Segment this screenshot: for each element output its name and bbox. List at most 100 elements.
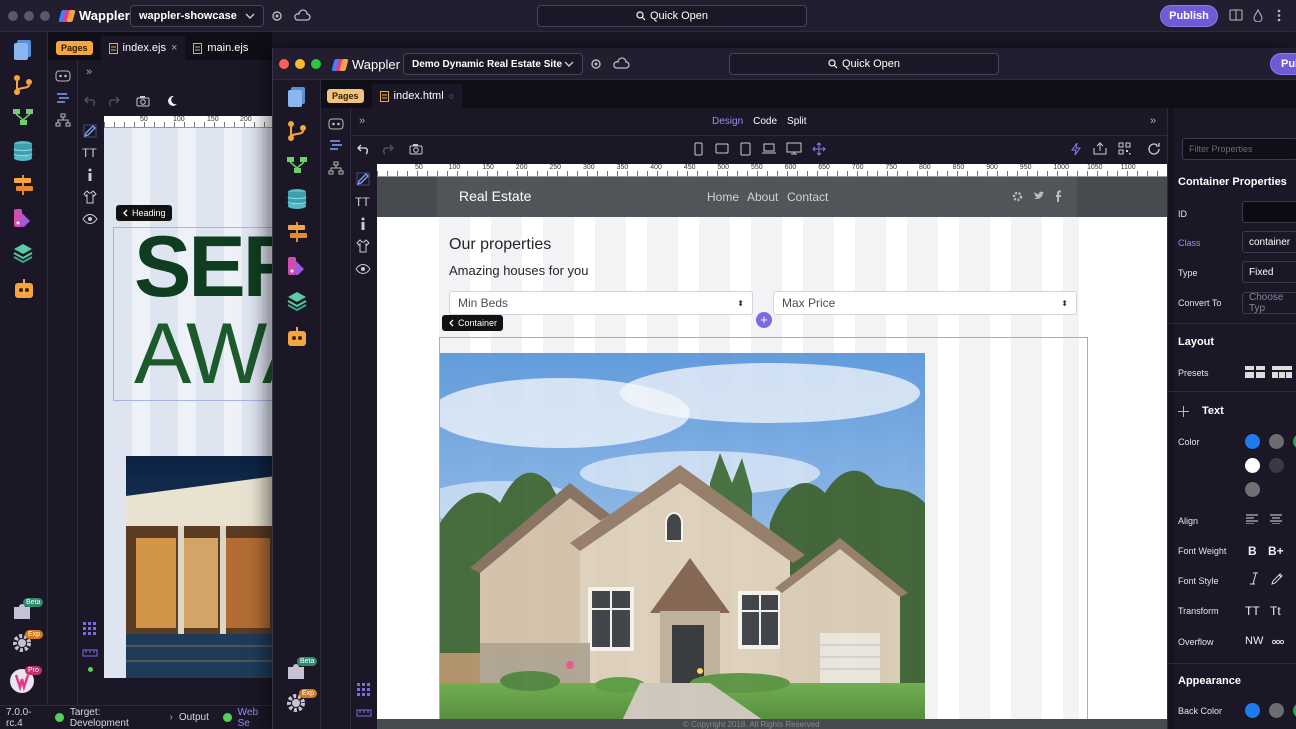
layers-icon[interactable] — [12, 242, 34, 267]
structure-icon[interactable] — [56, 92, 70, 107]
align-left-icon[interactable] — [1246, 514, 1258, 527]
font-weight-bold[interactable]: B — [1248, 544, 1257, 558]
dark-mode-moon-icon[interactable] — [166, 95, 178, 110]
layout-section-title[interactable]: Layout — [1178, 336, 1214, 348]
color-swatch-white[interactable] — [1245, 458, 1260, 473]
class-input[interactable]: container — [1242, 231, 1296, 253]
transform-uppercase[interactable]: TT — [1245, 604, 1260, 618]
tablet-portrait-icon[interactable] — [740, 142, 751, 159]
database-icon[interactable] — [12, 140, 34, 165]
properties-subheading[interactable]: Amazing houses for you — [449, 263, 588, 278]
routes-signpost-icon[interactable] — [286, 221, 308, 246]
type-select[interactable]: Fixed — [1242, 261, 1296, 283]
properties-heading[interactable]: Our properties — [449, 236, 551, 254]
more-menu-icon[interactable] — [1277, 9, 1281, 22]
view-mode-code[interactable]: Code — [753, 116, 777, 127]
sitemap-icon[interactable] — [55, 113, 71, 130]
tab-main-ejs[interactable]: main.ejs — [185, 36, 256, 60]
expand-toolbar-icon[interactable]: » — [86, 66, 92, 78]
eye-icon[interactable] — [82, 214, 98, 227]
redo-icon[interactable] — [106, 95, 120, 110]
minimize-window-button[interactable] — [295, 59, 305, 69]
design-canvas[interactable]: Real Estate Home About Contact Our prope… — [377, 177, 1167, 729]
pages-tab[interactable]: Pages — [48, 36, 101, 60]
expand-toolbar-icon[interactable]: » — [359, 115, 365, 127]
transform-capitalize[interactable]: Tt — [1270, 604, 1281, 618]
pen-style-icon[interactable] — [1271, 572, 1284, 588]
grid-apps-icon[interactable] — [83, 622, 96, 638]
git-branch-icon[interactable] — [12, 74, 34, 99]
refresh-icon[interactable] — [1147, 142, 1161, 159]
laptop-icon[interactable] — [761, 143, 777, 157]
site-nav-about[interactable]: About — [747, 190, 778, 204]
tab-index-ejs[interactable]: index.ejs × — [100, 36, 186, 60]
shirt-style-icon[interactable] — [356, 239, 370, 256]
files-icon[interactable] — [11, 38, 35, 63]
sitemap-icon[interactable] — [328, 161, 344, 178]
back-design-canvas[interactable]: Heading SER AWA — [104, 128, 272, 678]
color-swatch-dark[interactable] — [1269, 458, 1284, 473]
gear-icon[interactable] — [270, 9, 284, 23]
quick-open-button[interactable]: Quick Open — [537, 5, 807, 27]
undo-icon[interactable] — [357, 143, 371, 158]
close-window-button[interactable] — [279, 59, 289, 69]
edit-pencil-icon[interactable] — [356, 172, 370, 189]
zoom-window-button[interactable] — [40, 11, 50, 21]
layers-icon[interactable] — [286, 290, 308, 315]
site-navbar[interactable]: Real Estate Home About Contact — [377, 177, 1167, 217]
info-icon[interactable] — [86, 168, 94, 185]
ai-assistant-robot-icon[interactable] — [285, 326, 309, 351]
close-window-button[interactable] — [8, 11, 18, 21]
cloud-icon[interactable] — [293, 9, 311, 23]
eye-icon[interactable] — [355, 264, 371, 277]
preset-two-column-icon[interactable] — [1245, 366, 1265, 381]
desktop-monitor-icon[interactable] — [786, 142, 802, 158]
view-mode-split[interactable]: Split — [787, 116, 806, 127]
convert-to-select[interactable]: Choose Typ — [1242, 292, 1296, 314]
camera-icon[interactable] — [136, 95, 150, 110]
theme-drop-icon[interactable] — [1253, 9, 1263, 22]
panel-resize-handle[interactable] — [1168, 108, 1174, 729]
back-color-swatch-gray[interactable] — [1269, 703, 1284, 718]
redo-icon[interactable] — [380, 143, 394, 158]
split-view-icon[interactable] — [1229, 9, 1243, 21]
social-gear-icon[interactable] — [1012, 191, 1023, 205]
structure-icon[interactable] — [329, 139, 343, 154]
zoom-window-button[interactable] — [311, 59, 321, 69]
back-color-swatch-blue[interactable] — [1245, 703, 1260, 718]
mobile-device-icon[interactable] — [694, 142, 703, 159]
overflow-ellipsis-icon[interactable] — [1271, 636, 1285, 648]
text-tool-icon[interactable]: TT — [355, 195, 370, 209]
add-element-plus-icon[interactable]: + — [756, 312, 772, 328]
tablet-landscape-icon[interactable] — [715, 143, 729, 157]
min-beds-select[interactable]: Min Beds ⬍ — [449, 291, 753, 315]
max-price-select[interactable]: Max Price ⬍ — [773, 291, 1077, 315]
color-swatch-gray[interactable] — [1269, 434, 1284, 449]
tab-index-html[interactable]: index.html ○ — [371, 84, 463, 108]
files-icon[interactable] — [285, 85, 309, 110]
text-tool-icon[interactable]: TT — [82, 146, 97, 160]
share-icon[interactable] — [1093, 142, 1107, 158]
text-section-title[interactable]: Text — [1202, 405, 1224, 417]
qr-code-icon[interactable] — [1118, 142, 1131, 158]
align-center-icon[interactable] — [1270, 514, 1282, 527]
robot-icon[interactable] — [55, 68, 71, 85]
tab-close-icon[interactable]: × — [171, 42, 177, 54]
lightning-icon[interactable] — [1071, 142, 1081, 159]
publish-button[interactable]: Publish — [1160, 5, 1218, 27]
cloud-icon[interactable] — [612, 57, 630, 71]
facebook-icon[interactable] — [1055, 190, 1062, 205]
database-icon[interactable] — [286, 188, 308, 213]
camera-icon[interactable] — [409, 143, 423, 158]
quick-open-button[interactable]: Quick Open — [729, 53, 999, 75]
twitter-icon[interactable] — [1033, 191, 1044, 204]
workflow-icon[interactable] — [12, 108, 34, 129]
color-swatch-blue[interactable] — [1245, 434, 1260, 449]
ruler-toggle-icon[interactable] — [82, 648, 98, 660]
container-selection-tag[interactable]: Container — [442, 315, 504, 331]
italic-icon[interactable] — [1249, 572, 1259, 588]
workflow-icon[interactable] — [286, 156, 308, 177]
publish-button[interactable]: Publ — [1270, 53, 1296, 75]
undo-icon[interactable] — [84, 95, 98, 110]
color-swatch-muted[interactable] — [1245, 482, 1260, 497]
